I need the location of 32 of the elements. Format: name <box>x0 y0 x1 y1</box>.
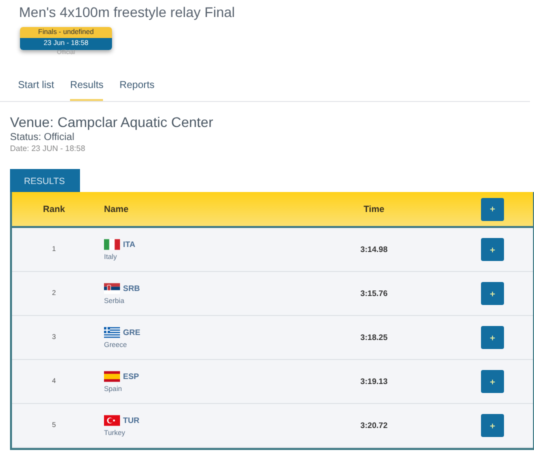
date-text: Date: 23 JUN - 18:58 <box>10 144 86 153</box>
time-cell-text: 3:19.13 <box>359 377 389 386</box>
time-cell-text: 3:20.72 <box>359 421 389 430</box>
flag-icon <box>104 370 120 382</box>
country-code: ITA <box>123 240 136 248</box>
country-code: ESP <box>123 372 140 380</box>
status-text: Status: Official <box>10 132 76 143</box>
tab[interactable]: Results <box>70 76 104 101</box>
column-header: Rank <box>42 204 66 214</box>
tab[interactable]: Reports <box>119 76 154 101</box>
flag-icon <box>104 326 120 338</box>
expand-button[interactable]: + <box>481 238 504 261</box>
time-cell-text: 3:15.76 <box>359 289 389 298</box>
expand-button[interactable]: + <box>481 198 504 220</box>
expand-button[interactable]: + <box>481 370 504 393</box>
flag-icon <box>104 414 120 426</box>
venue-title: Venue: Campclar Aquatic Center <box>10 114 214 130</box>
expand-button[interactable]: + <box>481 326 504 349</box>
flag-icon <box>104 282 120 294</box>
expand-button[interactable]: + <box>481 282 504 305</box>
results-tab[interactable]: RESULTS <box>10 169 80 192</box>
country-code: SRB <box>123 284 140 292</box>
flag-icon <box>104 238 120 250</box>
country-code: TUR <box>123 416 140 424</box>
expand-button[interactable]: + <box>481 414 504 437</box>
tab[interactable]: Start list <box>18 76 54 101</box>
time-cell-text: 3:14.98 <box>359 245 389 254</box>
column-header: Time <box>362 204 386 214</box>
time-cell-text: 3:18.25 <box>359 333 389 342</box>
event-title: Men's 4x100m freestyle relay Final <box>19 4 236 20</box>
country-code: GRE <box>123 328 140 336</box>
column-header: Name <box>103 204 130 214</box>
